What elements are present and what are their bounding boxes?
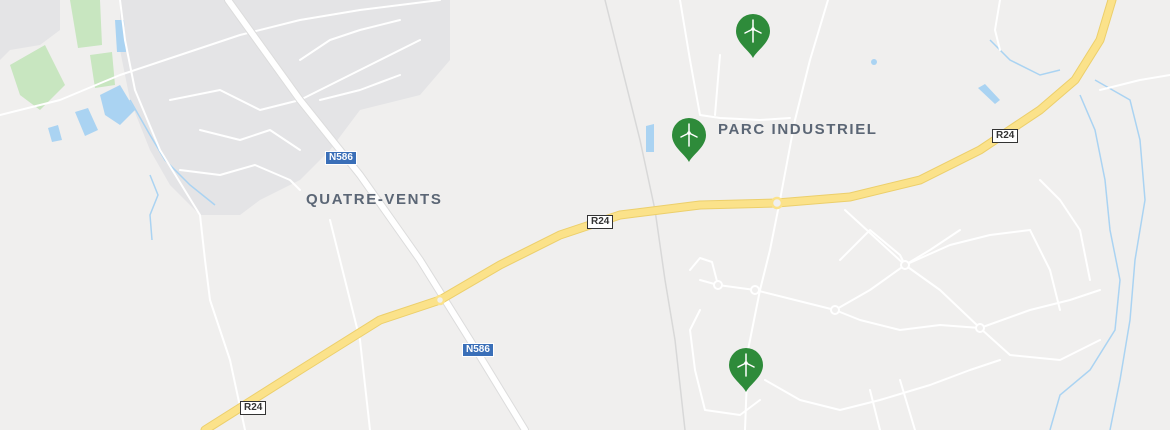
map-layer xyxy=(0,0,1170,430)
wind-turbine-icon xyxy=(736,14,770,58)
place-label-parc-industriel: PARC INDUSTRIEL xyxy=(718,121,878,138)
wind-turbine-marker-2[interactable] xyxy=(671,117,707,163)
road-shield-n586: N586 xyxy=(325,151,357,165)
wind-turbine-icon xyxy=(672,118,706,162)
wind-turbine-icon xyxy=(729,348,763,392)
road-shield-r24: R24 xyxy=(587,215,614,229)
wind-turbine-marker-1[interactable] xyxy=(735,13,771,59)
wind-turbine-marker-3[interactable] xyxy=(728,347,764,393)
road-shield-n586: N586 xyxy=(462,343,494,357)
map-canvas[interactable]: QUATRE-VENTS PARC INDUSTRIEL N586 N586 R… xyxy=(0,0,1170,430)
roundabouts xyxy=(434,196,985,333)
place-label-quatre-vents: QUATRE-VENTS xyxy=(306,191,443,208)
road-shield-r24: R24 xyxy=(992,129,1019,143)
road-shield-r24: R24 xyxy=(240,401,267,415)
urban-areas xyxy=(0,0,450,215)
